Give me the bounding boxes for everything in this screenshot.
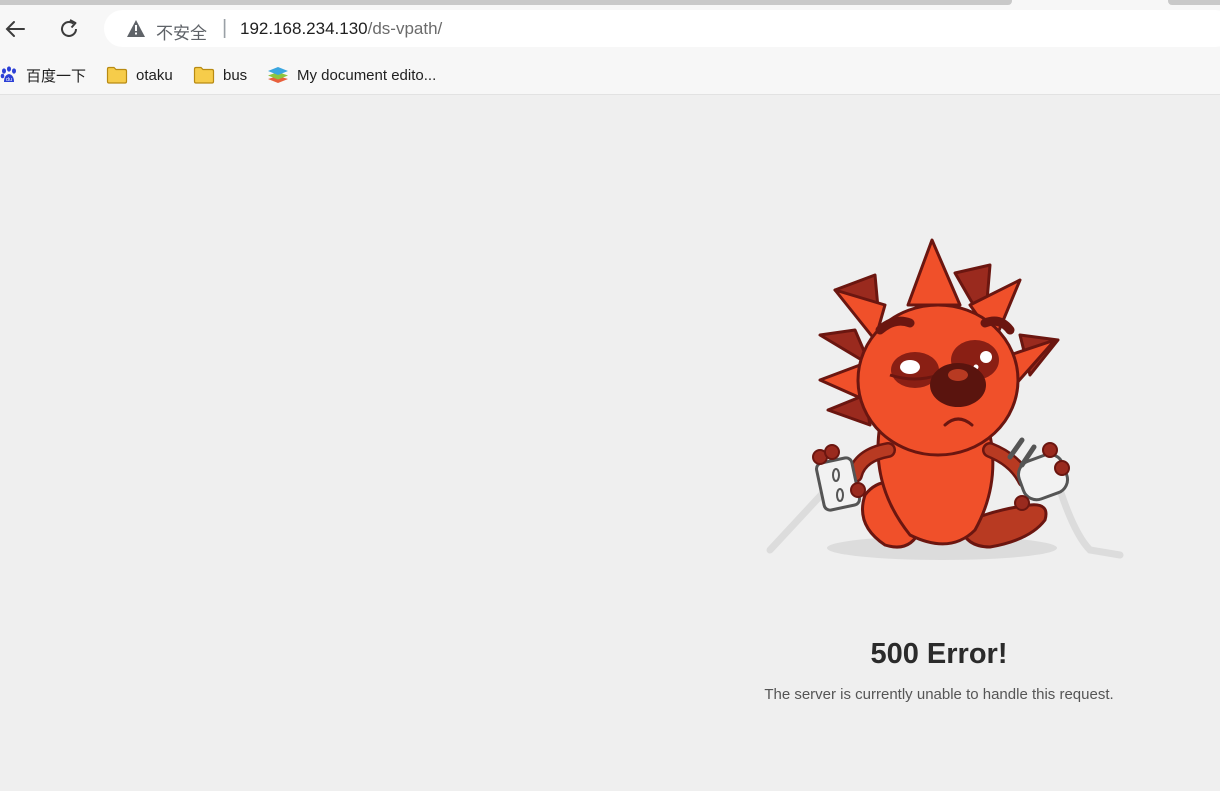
security-status-label[interactable]: 不安全 [156, 19, 207, 44]
bookmarks-bar: du 百度一下 otaku bus My document edito... [0, 56, 1220, 95]
tab-strip-right [1168, 0, 1220, 5]
reload-icon [61, 19, 77, 37]
warning-triangle-icon[interactable] [126, 19, 146, 38]
bookmark-label: My document edito... [297, 66, 437, 84]
back-button[interactable] [0, 14, 30, 44]
bookmark-document-editor[interactable]: My document edito... [267, 63, 436, 87]
folder-icon [106, 66, 128, 84]
baidu-paw-icon: du [0, 66, 16, 83]
tab-strip [0, 0, 1012, 5]
folder-icon [193, 66, 215, 84]
url-host: 192.168.234.130 [240, 19, 368, 38]
bookmark-label: otaku [136, 66, 173, 84]
bookmark-baidu[interactable]: du 百度一下 [0, 63, 86, 87]
bookmark-otaku[interactable]: otaku [106, 63, 173, 87]
error-title: 500 Error! [870, 638, 1008, 670]
bookmark-label: 百度一下 [26, 67, 87, 85]
layers-icon [268, 67, 288, 83]
browser-toolbar: 不安全 | 192.168.234.130/ds-vpath/ [0, 0, 1220, 56]
url-text[interactable]: 192.168.234.130/ds-vpath/ [240, 19, 442, 39]
bookmark-label: bus [223, 66, 248, 84]
svg-text:du: du [6, 77, 12, 83]
address-bar[interactable]: 不安全 | 192.168.234.130/ds-vpath/ [104, 10, 1220, 47]
omnibox-separator: | [222, 17, 228, 39]
arrow-left-icon [5, 21, 25, 37]
page-content: 500 Error! The server is currently unabl… [0, 95, 1220, 791]
url-path: /ds-vpath/ [367, 19, 443, 38]
error-message: The server is currently unable to handle… [764, 686, 1114, 703]
reload-button[interactable] [54, 14, 84, 44]
bookmark-bus[interactable]: bus [193, 63, 247, 87]
error-mascot-illustration [766, 238, 1124, 560]
